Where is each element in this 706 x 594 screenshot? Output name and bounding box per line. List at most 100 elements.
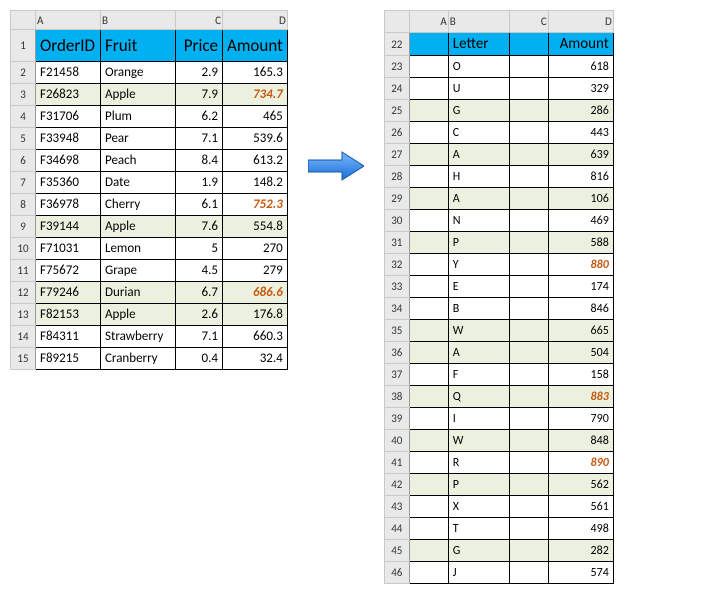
cell-a[interactable]	[409, 320, 448, 342]
cell-amount[interactable]: 848	[548, 430, 613, 452]
row-number[interactable]: 41	[384, 452, 409, 474]
cell-orderid[interactable]: F34698	[36, 150, 101, 172]
cell-orderid[interactable]: F79246	[36, 282, 101, 304]
cell-fruit[interactable]: Cranberry	[101, 348, 176, 370]
cell-amount[interactable]: 539.6	[223, 128, 288, 150]
row-number[interactable]: 25	[384, 100, 409, 122]
cell-fruit[interactable]: Apple	[101, 304, 176, 326]
cell-amount[interactable]: 270	[223, 238, 288, 260]
cell-amount[interactable]: 176.8	[223, 304, 288, 326]
cell-amount[interactable]: 816	[548, 166, 613, 188]
row-number[interactable]: 6	[11, 150, 36, 172]
cell-letter[interactable]: A	[448, 144, 509, 166]
cell-a[interactable]	[409, 276, 448, 298]
cell-c[interactable]	[509, 474, 548, 496]
row-number[interactable]: 36	[384, 342, 409, 364]
cell-letter[interactable]: J	[448, 562, 509, 584]
header-letter[interactable]: Letter	[448, 33, 509, 56]
cell-c[interactable]	[509, 100, 548, 122]
cell-c[interactable]	[509, 386, 548, 408]
col-header-a[interactable]: A	[409, 11, 448, 33]
cell-price[interactable]: 7.1	[176, 326, 223, 348]
cell-price[interactable]: 7.9	[176, 84, 223, 106]
row-number[interactable]: 1	[11, 30, 36, 62]
cell-amount[interactable]: 574	[548, 562, 613, 584]
cell-amount[interactable]: 588	[548, 232, 613, 254]
cell-letter[interactable]: I	[448, 408, 509, 430]
cell-letter[interactable]: H	[448, 166, 509, 188]
row-number[interactable]: 14	[11, 326, 36, 348]
cell-c[interactable]	[509, 408, 548, 430]
cell-a[interactable]	[409, 144, 448, 166]
col-header-c[interactable]: C	[176, 11, 223, 30]
cell-c[interactable]	[509, 276, 548, 298]
cell-a[interactable]	[409, 430, 448, 452]
cell-amount[interactable]: 660.3	[223, 326, 288, 348]
row-number[interactable]: 15	[11, 348, 36, 370]
cell-letter[interactable]: A	[448, 342, 509, 364]
cell-letter[interactable]: B	[448, 298, 509, 320]
cell-amount[interactable]: 618	[548, 56, 613, 78]
row-number[interactable]: 22	[384, 33, 409, 56]
cell-a[interactable]	[409, 254, 448, 276]
row-number[interactable]: 40	[384, 430, 409, 452]
header-orderid[interactable]: OrderID	[36, 30, 101, 62]
col-header-a[interactable]: A	[36, 11, 101, 30]
row-number[interactable]: 37	[384, 364, 409, 386]
cell-fruit[interactable]: Peach	[101, 150, 176, 172]
cell-c[interactable]	[509, 430, 548, 452]
cell-amount[interactable]: 158	[548, 364, 613, 386]
cell-amount[interactable]: 846	[548, 298, 613, 320]
cell-a[interactable]	[409, 100, 448, 122]
cell-fruit[interactable]: Cherry	[101, 194, 176, 216]
col-header-b[interactable]: B	[101, 11, 176, 30]
cell-letter[interactable]: R	[448, 452, 509, 474]
cell-amount[interactable]: 286	[548, 100, 613, 122]
cell-fruit[interactable]: Durian	[101, 282, 176, 304]
cell-a[interactable]	[409, 166, 448, 188]
cell-amount[interactable]: 561	[548, 496, 613, 518]
cell-amount[interactable]: 174	[548, 276, 613, 298]
cell-orderid[interactable]: F31706	[36, 106, 101, 128]
row-number[interactable]: 2	[11, 62, 36, 84]
cell-price[interactable]: 1.9	[176, 172, 223, 194]
cell-amount[interactable]: 32.4	[223, 348, 288, 370]
cell-orderid[interactable]: F21458	[36, 62, 101, 84]
row-number[interactable]: 30	[384, 210, 409, 232]
cell-c[interactable]	[509, 188, 548, 210]
cell-price[interactable]: 5	[176, 238, 223, 260]
row-number[interactable]: 45	[384, 540, 409, 562]
cell-orderid[interactable]: F33948	[36, 128, 101, 150]
cell-amount[interactable]: 880	[548, 254, 613, 276]
cell-fruit[interactable]: Pear	[101, 128, 176, 150]
cell-price[interactable]: 6.7	[176, 282, 223, 304]
col-header-b[interactable]: B	[448, 11, 509, 33]
cell-c[interactable]	[509, 56, 548, 78]
cell-amount[interactable]: 282	[548, 540, 613, 562]
row-number[interactable]: 24	[384, 78, 409, 100]
row-number[interactable]: 38	[384, 386, 409, 408]
cell-letter[interactable]: O	[448, 56, 509, 78]
row-number[interactable]: 43	[384, 496, 409, 518]
cell-a[interactable]	[409, 298, 448, 320]
cell-c[interactable]	[509, 540, 548, 562]
cell-letter[interactable]: P	[448, 474, 509, 496]
cell-a[interactable]	[409, 386, 448, 408]
cell-price[interactable]: 0.4	[176, 348, 223, 370]
row-number[interactable]: 32	[384, 254, 409, 276]
cell-c[interactable]	[509, 166, 548, 188]
cell-a[interactable]	[409, 474, 448, 496]
cell-a[interactable]	[409, 364, 448, 386]
cell-price[interactable]: 4.5	[176, 260, 223, 282]
cell-amount[interactable]: 613.2	[223, 150, 288, 172]
cell-fruit[interactable]: Grape	[101, 260, 176, 282]
cell-c[interactable]	[509, 496, 548, 518]
cell-fruit[interactable]: Apple	[101, 84, 176, 106]
cell-letter[interactable]: U	[448, 78, 509, 100]
row-number[interactable]: 9	[11, 216, 36, 238]
cell-price[interactable]: 7.1	[176, 128, 223, 150]
cell-amount[interactable]: 165.3	[223, 62, 288, 84]
cell-letter[interactable]: W	[448, 320, 509, 342]
cell-letter[interactable]: A	[448, 188, 509, 210]
row-number[interactable]: 44	[384, 518, 409, 540]
